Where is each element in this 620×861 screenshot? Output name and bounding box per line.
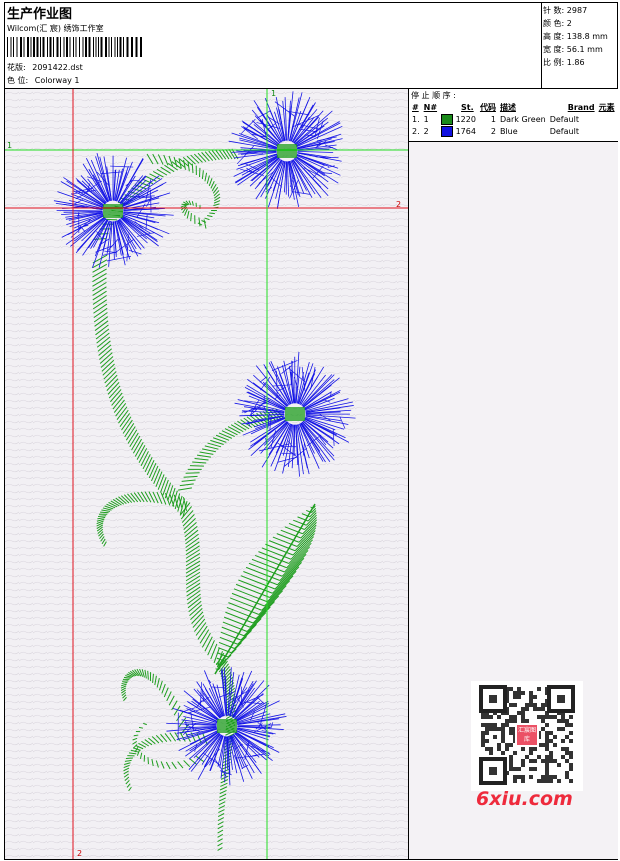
colorway-row: 色 位: Colorway 1 bbox=[7, 75, 80, 86]
design-stats: 针 数: 2987 颜 色: 2 高 度: 138.8 mm 宽 度: 56.1… bbox=[543, 4, 608, 69]
row-desc: Dark Green bbox=[499, 114, 546, 124]
ratio-label: 比 例: bbox=[543, 58, 565, 67]
row-n: 2 bbox=[423, 126, 429, 136]
stitches-label: 针 数: bbox=[543, 6, 565, 15]
width-value: 56.1 mm bbox=[566, 45, 603, 54]
design-file-value: 2091422.dst bbox=[32, 63, 83, 72]
table-row[interactable]: 2. 2 1764 2 Blue Default bbox=[410, 125, 617, 137]
row-element bbox=[597, 125, 617, 137]
stitches-value: 2987 bbox=[566, 6, 588, 15]
stop-sequence-title: 停 止 顺 序 : bbox=[411, 91, 456, 100]
header: 生产作业图 Wilcom(汇 宸) 绣饰工作室 花版: 2091422.dst … bbox=[4, 2, 618, 89]
row-desc: Blue bbox=[499, 126, 518, 136]
col-header: 元素 bbox=[598, 102, 615, 112]
colorway-value: Colorway 1 bbox=[34, 76, 80, 85]
colors-value: 2 bbox=[566, 19, 572, 28]
row-n: 1 bbox=[423, 114, 429, 124]
ratio-value: 1.86 bbox=[566, 58, 585, 67]
page-title: 生产作业图 bbox=[7, 7, 73, 22]
stop-sequence-header: 停 止 顺 序 : # N# St. 代码 描述 Brand 元素 1. 1 1… bbox=[409, 89, 618, 142]
row-brand: Default bbox=[549, 114, 579, 124]
design-file-row: 花版: 2091422.dst bbox=[7, 62, 83, 73]
row-num: 2. bbox=[412, 126, 420, 136]
row-code: 2 bbox=[490, 126, 496, 136]
height-label: 高 度: bbox=[543, 32, 565, 41]
guide-label-v1: 1 bbox=[271, 89, 277, 98]
stop-sequence-table: # N# St. 代码 描述 Brand 元素 1. 1 1220 1 Dark… bbox=[410, 101, 617, 137]
watermark-text: 6xiu.com bbox=[476, 788, 573, 810]
qr-badge-text: 汇宸图库 bbox=[517, 727, 536, 743]
row-num: 1. bbox=[412, 114, 420, 124]
colors-label: 颜 色: bbox=[543, 19, 565, 28]
barcode bbox=[7, 37, 142, 57]
row-stitches: 1764 bbox=[439, 125, 478, 137]
col-header: N# bbox=[423, 102, 438, 112]
height-value: 138.8 mm bbox=[566, 32, 608, 41]
embroidery-svg bbox=[5, 89, 408, 859]
col-header: # bbox=[412, 102, 419, 112]
stitch-count: 1220 bbox=[455, 114, 476, 124]
row-code: 1 bbox=[490, 114, 496, 124]
guide-label-h2: 2 bbox=[396, 200, 402, 209]
table-row[interactable]: 1. 1 1220 1 Dark Green Default bbox=[410, 113, 617, 125]
guide-label-v2: 2 bbox=[77, 849, 83, 858]
stitch-count: 1764 bbox=[455, 126, 476, 136]
width-label: 宽 度: bbox=[543, 45, 565, 54]
qr-code-watermark: 汇宸图库 bbox=[471, 681, 583, 791]
colorway-label: 色 位: bbox=[7, 76, 29, 85]
color-swatch bbox=[441, 113, 454, 125]
col-header: 代码 bbox=[479, 102, 496, 112]
company-name: Wilcom(汇 宸) 绣饰工作室 bbox=[7, 24, 104, 33]
design-file-label: 花版: bbox=[7, 63, 26, 72]
col-header: St. bbox=[461, 102, 474, 112]
guide-label-h1: 1 bbox=[7, 141, 13, 150]
row-element bbox=[597, 113, 617, 125]
table-header-row: # N# St. 代码 描述 Brand 元素 bbox=[410, 101, 617, 113]
row-brand: Default bbox=[549, 126, 579, 136]
embroidery-canvas: 1 2 1 2 bbox=[5, 89, 409, 859]
col-header: Brand bbox=[567, 102, 595, 112]
row-stitches: 1220 bbox=[439, 113, 478, 125]
col-header: 描述 bbox=[499, 102, 516, 112]
header-info: 生产作业图 Wilcom(汇 宸) 绣饰工作室 花版: 2091422.dst … bbox=[4, 2, 542, 88]
color-swatch bbox=[441, 125, 454, 137]
